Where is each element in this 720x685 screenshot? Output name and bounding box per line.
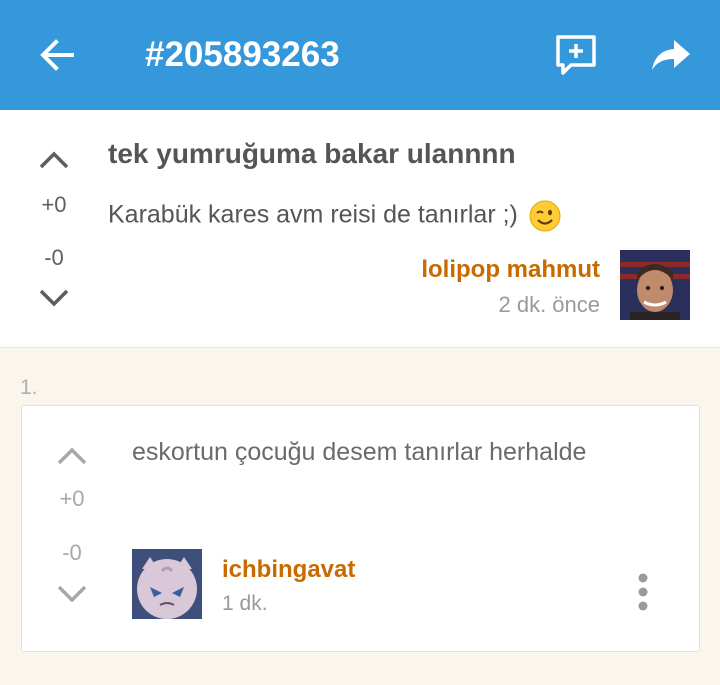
post-body-text: Karabük kares avm reisi de tanırlar ;) <box>108 200 518 229</box>
add-comment-icon[interactable] <box>553 33 599 77</box>
share-icon[interactable] <box>650 36 692 74</box>
upvote-count: +0 <box>41 192 67 217</box>
downvote-count: -0 <box>44 245 64 270</box>
more-options-icon[interactable] <box>636 572 650 612</box>
comment-index: 1. <box>20 376 38 399</box>
avatar-photo <box>132 549 202 619</box>
post-body: Karabük kares avm reisi de tanırlar ;) <box>108 200 561 232</box>
avatar[interactable] <box>620 250 690 320</box>
post-author[interactable]: lolipop mahmut <box>421 256 600 284</box>
downvote-icon[interactable] <box>38 288 70 308</box>
upvote-count: +0 <box>59 486 85 511</box>
downvote-icon[interactable] <box>56 584 88 604</box>
comment-card: +0 -0 eskortun çocuğu desem tanırlar her… <box>21 405 700 652</box>
downvote-count: -0 <box>62 540 82 565</box>
arrow-back-icon[interactable] <box>38 36 76 74</box>
app-bar: #205893263 <box>0 0 720 110</box>
post-time: 2 dk. önce <box>498 292 600 317</box>
avatar[interactable] <box>132 549 202 619</box>
comment-time: 1 dk. <box>222 592 268 615</box>
comment-text: eskortun çocuğu desem tanırlar herhalde <box>132 438 587 466</box>
upvote-icon[interactable] <box>56 446 88 466</box>
entry-post: +0 -0 tek yumruğuma bakar ulannnn Karabü… <box>0 110 720 348</box>
winking-face-icon <box>529 200 561 232</box>
upvote-icon[interactable] <box>38 150 70 170</box>
post-title: tek yumruğuma bakar ulannnn <box>108 138 516 169</box>
page-title: #205893263 <box>145 35 340 74</box>
avatar-photo <box>620 250 690 320</box>
comment-author[interactable]: ichbingavat <box>222 556 355 584</box>
